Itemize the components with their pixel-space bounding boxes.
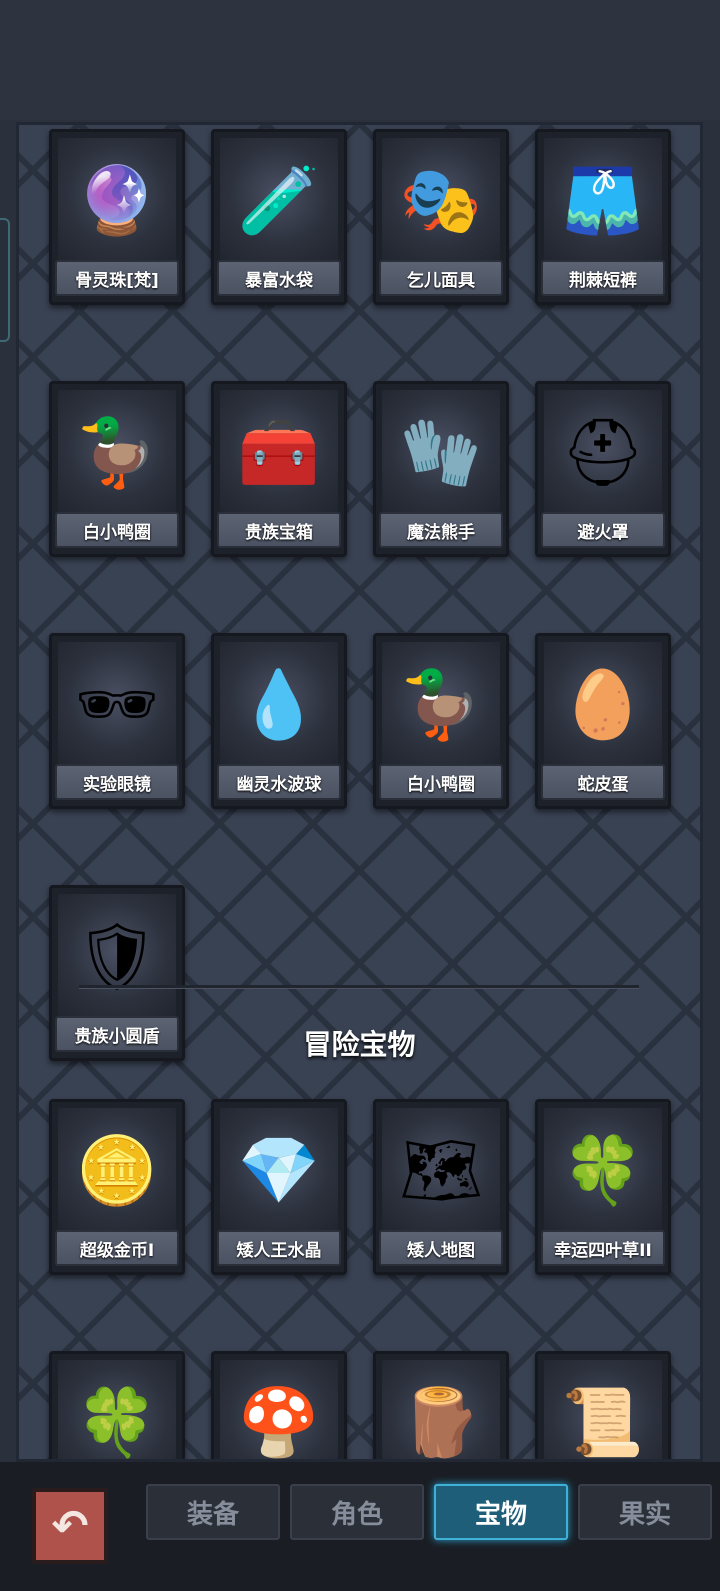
adventure-card[interactable]: 🗺 矮人地图 [373,1099,509,1275]
treasure-grid: 🔮 骨灵珠[梵] 🧪 暴富水袋 🎭 乞儿面具 🩳 荆棘短裤 🦆 白小鸭圈 🧰 贵族宝箱 🧤 魔… [49,129,671,1061]
scroll-icon: 📜 [544,1360,662,1459]
adventure-label: 超级金币I [55,1230,179,1266]
tab-treasure[interactable]: 宝物 [434,1484,568,1540]
adventure-card[interactable]: 🍄 [211,1351,347,1459]
beggar-mask-icon: 🎭 [382,138,500,264]
treasure-label: 贵族宝箱 [217,512,341,548]
treasure-label: 荆棘短裤 [541,260,665,296]
treasure-card[interactable]: 🩳 荆棘短裤 [535,129,671,305]
mushroom-icon: 🍄 [220,1360,338,1459]
treasure-label: 暴富水袋 [217,260,341,296]
treasure-card[interactable]: ⛑ 避火罩 [535,381,671,557]
duck-ring-icon: 🦆 [382,642,500,768]
treasure-chest-icon: 🧰 [220,390,338,516]
map-icon: 🗺 [382,1108,500,1234]
treasure-label: 蛇皮蛋 [541,764,665,800]
treasure-card[interactable]: 🧪 暴富水袋 [211,129,347,305]
water-pouch-icon: 🧪 [220,138,338,264]
wood-plank-icon: 🪵 [382,1360,500,1459]
section-title: 冒险宝物 [303,1028,416,1061]
adventure-card[interactable]: 📜 [535,1351,671,1459]
adventure-card[interactable]: 🍀 [49,1351,185,1459]
treasure-label: 乞儿面具 [379,260,503,296]
treasure-panel[interactable]: 🔮 骨灵珠[梵] 🧪 暴富水袋 🎭 乞儿面具 🩳 荆棘短裤 🦆 白小鸭圈 🧰 贵族宝箱 🧤 魔… [16,122,703,1462]
back-button[interactable]: ↶ [32,1488,108,1564]
bear-paw-icon: 🧤 [382,390,500,516]
back-arrow-icon: ↶ [51,1500,89,1552]
goggles-icon: 🕶 [58,642,176,768]
section-divider [79,985,639,988]
treasure-label: 白小鸭圈 [379,764,503,800]
snake-egg-icon: 🥚 [544,642,662,768]
adventure-grid: 🪙 超级金币I 💎 矮人王水晶 🗺 矮人地图 🍀 幸运四叶草II 🍀 🍄 🪵 📜 [49,1099,671,1459]
tab-character[interactable]: 角色 [290,1484,424,1540]
treasure-card[interactable]: 🦆 白小鸭圈 [373,633,509,809]
bone-orb-icon: 🔮 [58,138,176,264]
treasure-label: 幽灵水波球 [217,764,341,800]
adventure-label: 幸运四叶草II [541,1230,665,1266]
treasure-label: 魔法熊手 [379,512,503,548]
treasure-label: 白小鸭圈 [55,512,179,548]
treasure-card[interactable]: 🦆 白小鸭圈 [49,381,185,557]
water-orb-icon: 💧 [220,642,338,768]
tab-equipment[interactable]: 装备 [146,1484,280,1540]
fire-hood-icon: ⛑ [544,390,662,516]
round-shield-icon: 🛡 [58,894,176,1020]
duck-ring-icon: 🦆 [58,390,176,516]
adventure-card[interactable]: 🪵 [373,1351,509,1459]
side-handle[interactable] [0,218,10,342]
four-leaf-clover-icon: 🍀 [58,1360,176,1459]
treasure-card[interactable]: 🎭 乞儿面具 [373,129,509,305]
gold-coin-icon: 🪙 [58,1108,176,1234]
treasure-card[interactable]: 💧 幽灵水波球 [211,633,347,809]
treasure-card[interactable]: 🥚 蛇皮蛋 [535,633,671,809]
adventure-card[interactable]: 🍀 幸运四叶草II [535,1099,671,1275]
tab-fruit[interactable]: 果实 [578,1484,712,1540]
crystal-icon: 💎 [220,1108,338,1234]
treasure-label: 避火罩 [541,512,665,548]
treasure-label: 实验眼镜 [55,764,179,800]
treasure-card[interactable]: 🕶 实验眼镜 [49,633,185,809]
treasure-card[interactable]: 🧰 贵族宝箱 [211,381,347,557]
top-bar [0,0,720,120]
thorn-shorts-icon: 🩳 [544,138,662,264]
adventure-card[interactable]: 🪙 超级金币I [49,1099,185,1275]
treasure-card[interactable]: 🔮 骨灵珠[梵] [49,129,185,305]
four-leaf-clover-icon: 🍀 [544,1108,662,1234]
adventure-card[interactable]: 💎 矮人王水晶 [211,1099,347,1275]
treasure-label: 骨灵珠[梵] [55,260,179,296]
adventure-label: 矮人王水晶 [217,1230,341,1266]
adventure-label: 矮人地图 [379,1230,503,1266]
treasure-card[interactable]: 🧤 魔法熊手 [373,381,509,557]
